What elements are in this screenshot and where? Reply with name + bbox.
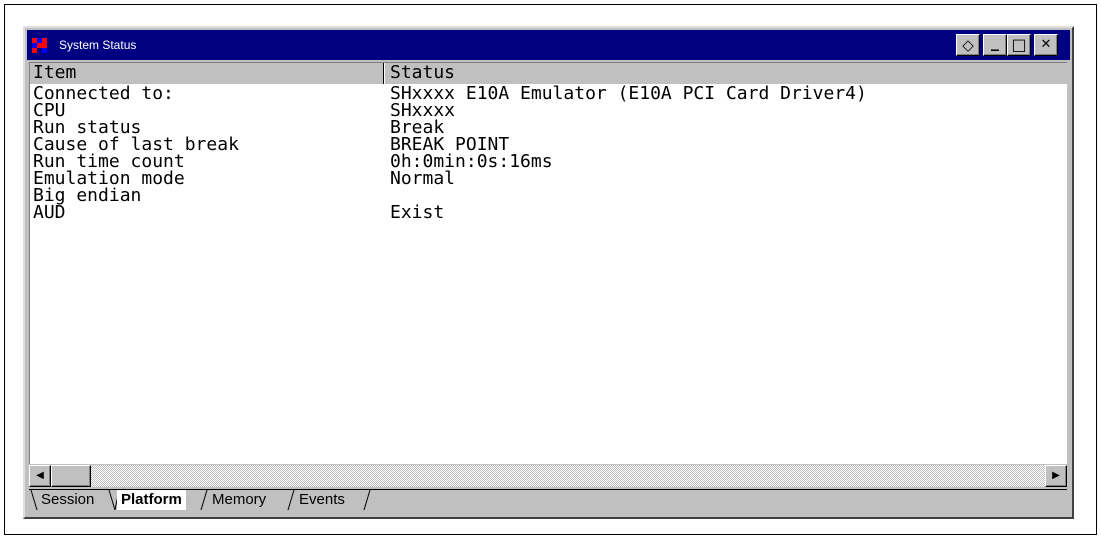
column-header-item[interactable]: Item [33, 64, 76, 84]
tab-session[interactable]: Session [37, 490, 98, 510]
scroll-right-button[interactable]: ▶ [1045, 465, 1067, 487]
close-button[interactable]: ✕ [1034, 34, 1058, 56]
tab-divider [363, 490, 371, 511]
row-status: Normal [390, 168, 456, 189]
arrow-right-icon: ▶ [1052, 470, 1060, 481]
restore-pin-button[interactable]: ◇ [956, 34, 980, 56]
column-header-status[interactable]: Status [390, 64, 455, 84]
column-divider-highlight [384, 63, 385, 84]
table-row[interactable]: Connected to: SHxxxx E10A Emulator (E10A… [30, 83, 1067, 104]
status-rows: Connected to: SHxxxx E10A Emulator (E10A… [30, 83, 1067, 223]
scrollbar-thumb[interactable] [51, 465, 91, 487]
tab-platform[interactable]: Platform [117, 490, 186, 510]
minimize-button[interactable]: _ [983, 34, 1007, 56]
diamond-icon: ◇ [962, 36, 974, 54]
tab-memory[interactable]: Memory [208, 490, 270, 510]
table-row[interactable]: Big endian [30, 187, 1067, 205]
row-status: SHxxxx E10A Emulator (E10A PCI Card Driv… [390, 83, 867, 104]
row-item: AUD [33, 202, 66, 223]
tab-events[interactable]: Events [295, 490, 349, 510]
scroll-left-button[interactable]: ◀ [29, 465, 51, 487]
table-row[interactable]: Emulation mode Normal [30, 168, 1067, 189]
title-bar[interactable]: System Status ◇ _ □ ✕ [27, 30, 1070, 60]
table-row[interactable]: CPU SHxxxx [30, 102, 1067, 120]
close-icon: ✕ [1040, 37, 1052, 52]
system-status-window: System Status ◇ _ □ ✕ Item Status Connec… [23, 26, 1074, 519]
window-title: System Status [59, 38, 137, 52]
horizontal-scrollbar[interactable]: ◀ ▶ [29, 465, 1067, 487]
table-row[interactable]: Run time count 0h:0min:0s:16ms [30, 153, 1067, 171]
maximize-icon: □ [1011, 35, 1027, 54]
maximize-button[interactable]: □ [1007, 34, 1031, 56]
arrow-left-icon: ◀ [36, 470, 44, 481]
tab-strip: Session Platform Memory Events [29, 489, 1067, 511]
list-header: Item Status [30, 63, 1067, 84]
status-list: Item Status Connected to: SHxxxx E10A Em… [29, 62, 1067, 464]
minimize-icon: _ [991, 32, 999, 51]
app-icon [32, 38, 52, 54]
row-status: Exist [390, 202, 445, 223]
table-row[interactable]: AUD Exist [30, 202, 1067, 223]
